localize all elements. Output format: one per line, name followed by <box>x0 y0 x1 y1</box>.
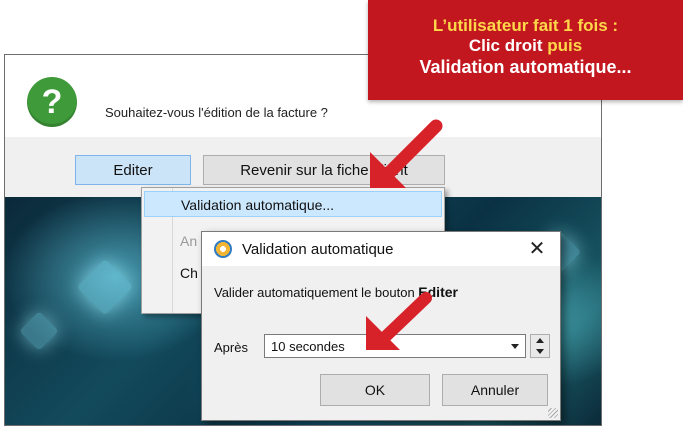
after-label: Après <box>214 340 248 355</box>
resize-grip[interactable] <box>548 408 558 418</box>
arrow-annotation-delay <box>366 292 432 350</box>
close-icon[interactable]: ✕ <box>522 236 552 262</box>
validation-dialog-titlebar: Validation automatique ✕ <box>202 232 560 266</box>
banner-line-3: Validation automatique... <box>419 57 632 77</box>
banner-line-2-a: Clic droit <box>468 36 543 55</box>
cancel-button[interactable]: Annuler <box>442 374 548 406</box>
instruction-banner: L’utilisateur fait 1 fois : Clic droit p… <box>368 0 683 100</box>
delay-select-value: 10 secondes <box>271 339 345 354</box>
validation-dialog-title: Validation automatique <box>242 241 394 258</box>
spin-up-icon[interactable] <box>536 338 544 343</box>
banner-line-2: Clic droit puis <box>368 36 683 56</box>
ok-button[interactable]: OK <box>320 374 430 406</box>
banner-line-2-b: puis <box>547 36 583 55</box>
decorative-glow <box>76 258 134 316</box>
spin-down-icon[interactable] <box>536 349 544 354</box>
edit-button[interactable]: Editer <box>75 155 191 185</box>
question-icon: ? <box>27 77 77 127</box>
chevron-down-icon[interactable] <box>511 344 519 349</box>
gear-icon <box>214 240 232 258</box>
question-message: Souhaitez-vous l'édition de la facture ? <box>105 105 328 120</box>
delay-spinner[interactable] <box>530 334 550 358</box>
banner-line-1: L’utilisateur fait 1 fois : <box>432 16 619 35</box>
decorative-glow <box>19 311 59 351</box>
arrow-annotation-menu <box>370 119 443 188</box>
application-window: ? Souhaitez-vous l'édition de la facture… <box>4 54 602 426</box>
